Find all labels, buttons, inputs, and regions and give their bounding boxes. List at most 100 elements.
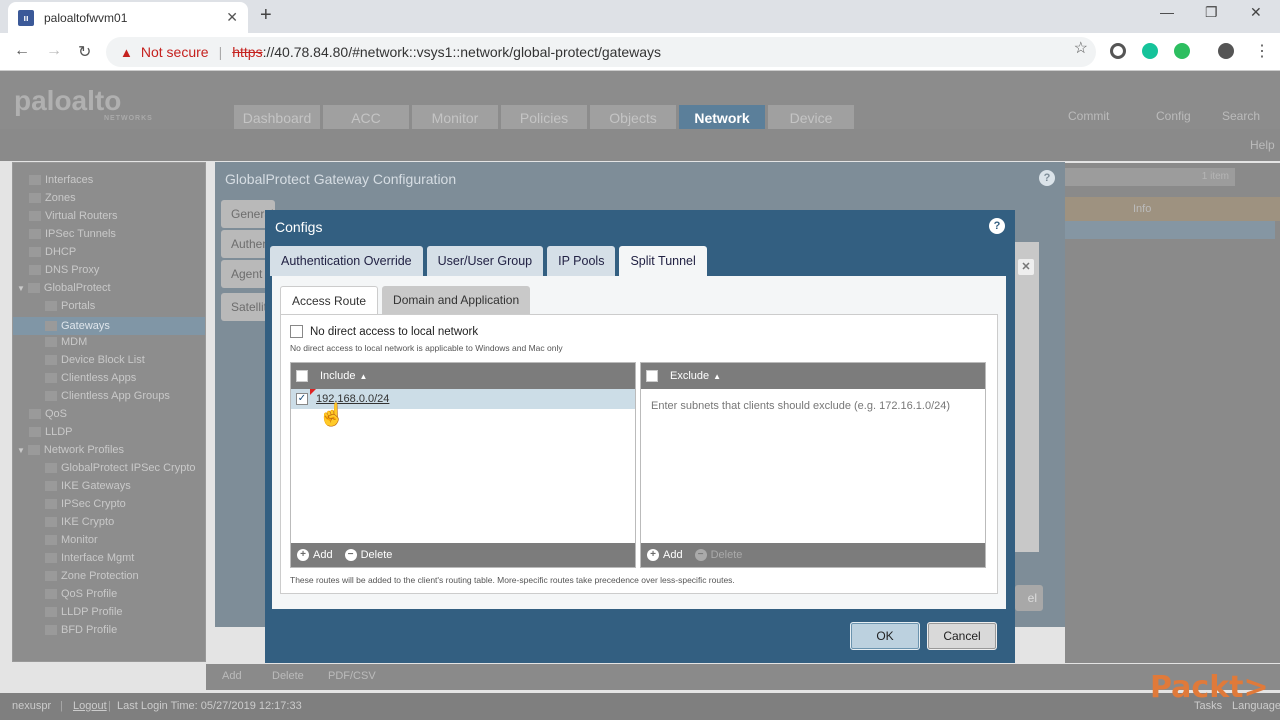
help-icon[interactable]: ?: [989, 218, 1005, 234]
sidebar-item-label: Zone Protection: [61, 570, 139, 582]
tab-access-route[interactable]: Access Route: [280, 286, 379, 314]
footer-pdf-button[interactable]: PDF/CSV: [328, 670, 376, 682]
exclude-placeholder[interactable]: Enter subnets that clients should exclud…: [641, 389, 985, 423]
tab-authentication-override[interactable]: Authentication Override: [270, 246, 423, 276]
sidebar-item-clientless-app-groups[interactable]: Clientless App Groups: [45, 390, 170, 402]
tab-ip-pools[interactable]: IP Pools: [547, 246, 616, 276]
url-scheme: https: [232, 44, 263, 60]
collapse-triangle-icon[interactable]: ▼: [17, 446, 25, 455]
sidebar-item-network-profiles[interactable]: ▼ Network Profiles: [17, 444, 124, 456]
grammarly-icon[interactable]: [1142, 43, 1158, 59]
browser-menu-icon[interactable]: ⋮: [1254, 41, 1270, 61]
close-tab-icon[interactable]: ✕: [226, 9, 238, 26]
window-close-icon[interactable]: ✕: [1250, 4, 1262, 21]
no-direct-access-label: No direct access to local network: [310, 325, 479, 338]
tab-split-tunnel[interactable]: Split Tunnel: [619, 246, 707, 276]
tab-acc[interactable]: ACC: [323, 105, 409, 129]
sidebar-item-portals[interactable]: Portals: [45, 300, 95, 312]
sidebar-item-label: Monitor: [61, 534, 98, 546]
exclude-select-all-checkbox[interactable]: [646, 370, 658, 382]
sidebar-item-label: Zones: [45, 192, 76, 204]
profile-icon[interactable]: [1218, 43, 1234, 59]
sidebar-item-label: MDM: [61, 336, 88, 348]
no-direct-access-checkbox[interactable]: [290, 325, 303, 338]
sidebar-item-monitor[interactable]: Monitor: [45, 534, 98, 546]
table-row[interactable]: [1065, 221, 1275, 239]
sidebar-item-ipsec-tunnels[interactable]: IPSec Tunnels: [29, 228, 116, 240]
sort-ascending-icon[interactable]: ▲: [713, 372, 721, 381]
logout-link[interactable]: Logout: [73, 700, 107, 712]
exclude-header[interactable]: Exclude ▲: [641, 363, 985, 389]
list-count: 1 item: [1065, 168, 1235, 186]
forward-icon[interactable]: →: [46, 42, 62, 60]
exclude-delete-button[interactable]: − Delete: [694, 549, 742, 561]
sidebar-item-interfaces[interactable]: Interfaces: [29, 174, 93, 186]
sidebar-item-device-block-list[interactable]: Device Block List: [45, 354, 145, 366]
outer-cancel-button[interactable]: el: [1015, 585, 1043, 611]
tab-device[interactable]: Device: [768, 105, 854, 129]
sidebar-item-qos-profile[interactable]: QoS Profile: [45, 588, 117, 600]
close-icon[interactable]: ✕: [1018, 259, 1034, 275]
sidebar-item-dhcp[interactable]: DHCP: [29, 246, 76, 258]
sidebar-item-label: GlobalProtect IPSec Crypto: [61, 462, 196, 474]
hand-cursor-icon: ☝: [318, 402, 346, 427]
extension-circle-icon[interactable]: [1110, 43, 1126, 59]
sidebar-item-zone-protection[interactable]: Zone Protection: [45, 570, 139, 582]
help-icon[interactable]: ?: [1039, 170, 1055, 186]
include-header[interactable]: Include ▲: [291, 363, 635, 389]
sidebar-item-mdm[interactable]: MDM: [45, 336, 87, 348]
new-tab-icon[interactable]: +: [260, 4, 272, 27]
footer-delete-button[interactable]: Delete: [272, 670, 304, 682]
row-checkbox[interactable]: ✓: [296, 393, 308, 405]
configs-dialog: Configs ? Authentication Override User/U…: [265, 210, 1015, 663]
exclude-add-button[interactable]: + Add: [647, 549, 683, 561]
footer-add-button[interactable]: Add: [222, 670, 242, 682]
config-link[interactable]: Config: [1156, 109, 1191, 123]
list-footer: Add Delete PDF/CSV: [206, 664, 1280, 690]
sidebar-item-dns-proxy[interactable]: DNS Proxy: [29, 264, 99, 276]
sidebar-item-virtual-routers[interactable]: Virtual Routers: [29, 210, 118, 222]
restore-icon[interactable]: ❐: [1205, 4, 1218, 21]
tab-objects[interactable]: Objects: [590, 105, 676, 129]
sidebar-item-globalprotect[interactable]: ▼ GlobalProtect: [17, 282, 111, 294]
tab-domain-and-application[interactable]: Domain and Application: [382, 286, 531, 314]
evernote-icon[interactable]: [1174, 43, 1190, 59]
tab-policies[interactable]: Policies: [501, 105, 587, 129]
sidebar-item-ike-crypto[interactable]: IKE Crypto: [45, 516, 114, 528]
sidebar-item-clientless-apps[interactable]: Clientless Apps: [45, 372, 136, 384]
sort-ascending-icon[interactable]: ▲: [359, 372, 367, 381]
include-delete-button[interactable]: − Delete: [344, 549, 392, 561]
configs-tabs: Authentication Override User/User Group …: [270, 246, 711, 276]
help-link[interactable]: Help: [1250, 138, 1275, 152]
sidebar-item-label: Interface Mgmt: [61, 552, 135, 564]
sidebar-item-gateways[interactable]: Gateways: [13, 317, 205, 335]
address-bar[interactable]: ▲ Not secure | https://40.78.84.80/#netw…: [106, 37, 1096, 67]
include-select-all-checkbox[interactable]: [296, 370, 308, 382]
sidebar-item-lldp-profile[interactable]: LLDP Profile: [45, 606, 123, 618]
tab-network[interactable]: Network: [679, 105, 765, 129]
back-icon[interactable]: ←: [14, 42, 30, 60]
sidebar-item-qos[interactable]: QoS: [29, 408, 67, 420]
sidebar-item-lldp[interactable]: LLDP: [29, 426, 73, 438]
sidebar-item-zones[interactable]: Zones: [29, 192, 76, 204]
include-add-button[interactable]: + Add: [297, 549, 333, 561]
commit-link[interactable]: Commit: [1068, 109, 1109, 123]
reload-icon[interactable]: ↻: [78, 42, 91, 62]
search-link[interactable]: Search: [1222, 109, 1260, 123]
bookmark-star-icon[interactable]: ☆: [1074, 38, 1088, 58]
sidebar-item-bfd-profile[interactable]: BFD Profile: [45, 624, 117, 636]
cancel-button[interactable]: Cancel: [927, 622, 997, 650]
sidebar-item-interface-mgmt[interactable]: Interface Mgmt: [45, 552, 134, 564]
sidebar-item-gp-ipsec-crypto[interactable]: GlobalProtect IPSec Crypto: [45, 462, 196, 474]
ok-button[interactable]: OK: [850, 622, 920, 650]
sidebar-item-ipsec-crypto[interactable]: IPSec Crypto: [45, 498, 126, 510]
portal-icon: [45, 301, 57, 311]
tab-monitor[interactable]: Monitor: [412, 105, 498, 129]
collapse-triangle-icon[interactable]: ▼: [17, 284, 25, 293]
no-direct-access-option: No direct access to local network: [290, 325, 478, 338]
sidebar-item-ike-gateways[interactable]: IKE Gateways: [45, 480, 131, 492]
minimize-icon[interactable]: —: [1160, 4, 1174, 20]
browser-tab[interactable]: ıı paloaltofwvm01 ✕: [8, 2, 248, 33]
tab-dashboard[interactable]: Dashboard: [234, 105, 320, 129]
tab-user-group[interactable]: User/User Group: [426, 246, 544, 276]
